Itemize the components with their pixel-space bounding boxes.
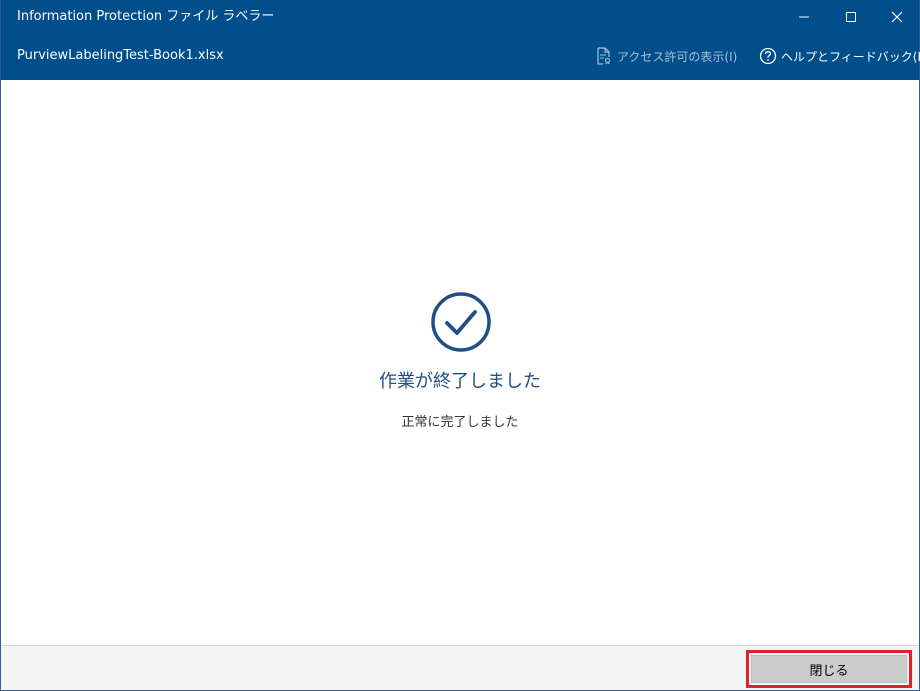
header-bar: PurviewLabelingTest-Book1.xlsx アクセス許可の表示…: [1, 34, 920, 80]
document-permission-icon: [595, 47, 613, 65]
maximize-icon: [846, 12, 856, 22]
result-message: 正常に完了しました: [401, 415, 519, 430]
window-title: Information Protection ファイル ラベラー: [17, 9, 275, 24]
help-feedback-link[interactable]: ヘルプとフィードバック(H): [759, 44, 920, 68]
result-title: 作業が終了しました: [379, 371, 541, 392]
help-feedback-label: ヘルプとフィードバック(H): [781, 49, 920, 64]
file-name: PurviewLabelingTest-Book1.xlsx: [17, 48, 224, 63]
minimize-button[interactable]: [781, 0, 827, 34]
minimize-icon: [799, 16, 809, 18]
title-bar: Information Protection ファイル ラベラー: [1, 0, 919, 34]
close-icon: [891, 11, 903, 23]
view-permissions-link[interactable]: アクセス許可の表示(I): [595, 44, 737, 68]
maximize-button[interactable]: [828, 0, 874, 34]
close-window-button[interactable]: [874, 0, 920, 34]
close-button-highlight: 閉じる: [746, 650, 912, 688]
close-button[interactable]: 閉じる: [751, 655, 907, 683]
help-circle-icon: [759, 47, 777, 65]
app-window: Information Protection ファイル ラベラー Purview…: [0, 0, 920, 691]
footer-bar: 閉じる: [1, 645, 919, 690]
view-permissions-label: アクセス許可の表示(I): [617, 49, 738, 64]
main-content: 作業が終了しました 正常に完了しました: [1, 80, 919, 645]
check-circle-icon: [431, 292, 491, 352]
